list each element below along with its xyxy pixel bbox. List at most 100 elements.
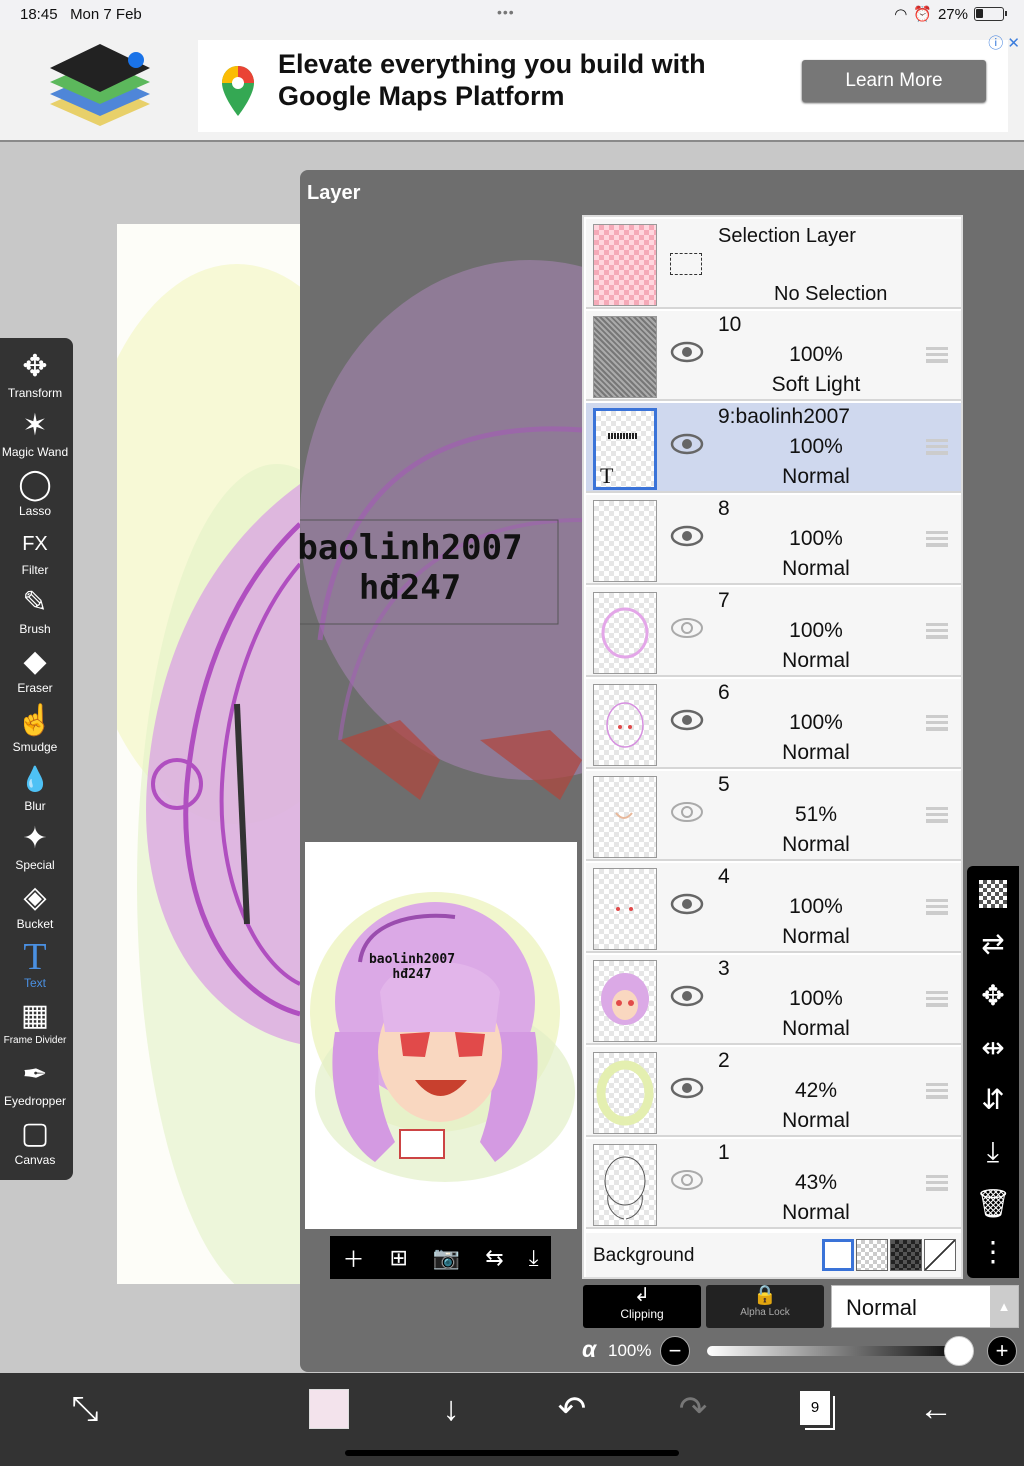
tool-special[interactable]: ✦ Special — [0, 820, 70, 878]
background-checker-swatch[interactable] — [856, 1239, 888, 1271]
layer-row[interactable]: 3 100% Normal — [586, 955, 961, 1045]
ad-close-icon[interactable]: ⓘ ✕ — [988, 32, 1020, 53]
visibility-eye-icon[interactable] — [670, 617, 704, 639]
drag-handle-icon[interactable] — [926, 531, 948, 547]
transfer-layer-icon[interactable]: ⇄ — [967, 920, 1019, 968]
quick-actions-icon[interactable]: ⤡ — [55, 1389, 115, 1429]
tool-frame-divider[interactable]: ▦ Frame Divider — [0, 997, 70, 1055]
merge-down-icon[interactable]: ⤓ — [967, 1128, 1019, 1176]
camera-icon[interactable]: 📷 — [433, 1245, 460, 1271]
layer-thumbnail — [593, 1052, 657, 1134]
clipping-button[interactable]: ↲ Clipping — [583, 1285, 701, 1328]
more-options-icon[interactable]: ⋮ — [967, 1228, 1019, 1276]
blur-icon: 💧 — [20, 766, 50, 793]
background-dark-checker-swatch[interactable] — [890, 1239, 922, 1271]
background-none-swatch[interactable] — [924, 1239, 956, 1271]
google-maps-pin-icon — [222, 66, 254, 116]
layer-row[interactable]: 7 100% Normal — [586, 587, 961, 677]
visibility-eye-icon[interactable] — [670, 1169, 704, 1191]
add-folder-icon[interactable]: ⊞ — [389, 1245, 407, 1271]
tool-canvas[interactable]: ▢ Canvas — [0, 1115, 70, 1173]
visibility-eye-icon[interactable] — [670, 985, 704, 1007]
back-arrow-icon[interactable]: ← — [906, 1389, 966, 1429]
visibility-eye-icon[interactable] — [670, 1077, 704, 1099]
multitask-dots-icon[interactable]: ••• — [497, 4, 515, 20]
tool-eyedropper[interactable]: ✒ Eyedropper — [0, 1056, 70, 1114]
layer-row[interactable]: 6 100% Normal — [586, 679, 961, 769]
layer-row[interactable]: 5 51% Normal — [586, 771, 961, 861]
drag-handle-icon[interactable] — [926, 991, 948, 1007]
current-color-swatch[interactable] — [309, 1389, 349, 1429]
tool-bar: ✥ Transform ✶ Magic Wand ◯ Lasso FX Filter ✎… — [0, 338, 73, 1180]
layer-row[interactable]: 8 100% Normal — [586, 495, 961, 585]
opacity-slider-knob[interactable] — [944, 1336, 974, 1366]
layer-row[interactable]: 10 100% Soft Light — [586, 311, 961, 401]
drag-handle-icon[interactable] — [926, 899, 948, 915]
ad-banner[interactable]: Elevate everything you build with Google… — [0, 30, 1024, 142]
opacity-increase-button[interactable]: + — [987, 1336, 1017, 1366]
alpha-lock-button[interactable]: 🔒 Alpha Lock — [706, 1285, 824, 1328]
status-right: ◠ ⏰ 27% — [894, 5, 1007, 23]
drag-handle-icon[interactable] — [926, 623, 948, 639]
tool-smudge[interactable]: ☝ Smudge — [0, 702, 70, 760]
layer-row[interactable]: 4 100% Normal — [586, 863, 961, 953]
visibility-eye-icon[interactable] — [670, 433, 704, 455]
drag-handle-icon[interactable] — [926, 347, 948, 363]
layer-blend-mode: Normal — [782, 557, 850, 580]
drag-handle-icon[interactable] — [926, 715, 948, 731]
visibility-eye-icon[interactable] — [670, 341, 704, 363]
add-layer-icon[interactable]: ＋ — [342, 1242, 364, 1274]
learn-more-button[interactable]: Learn More — [802, 60, 986, 102]
visibility-eye-icon[interactable] — [670, 801, 704, 823]
tool-filter[interactable]: FX Filter — [0, 525, 70, 583]
undo-icon[interactable]: ↶ — [542, 1389, 602, 1429]
tool-brush[interactable]: ✎ Brush — [0, 584, 70, 642]
drag-handle-icon[interactable] — [926, 439, 948, 455]
trash-icon[interactable]: 🗑 — [967, 1180, 1019, 1228]
opacity-slider[interactable] — [707, 1346, 969, 1356]
thumbnail-sketch — [601, 607, 649, 659]
maps-graphic-icon — [50, 44, 150, 126]
chevron-up-icon[interactable]: ▲ — [990, 1286, 1018, 1327]
flip-icon[interactable]: ⇆ — [485, 1245, 503, 1271]
arrow-down-icon[interactable]: ↓ — [421, 1389, 481, 1429]
ad-content[interactable]: Elevate everything you build with Google… — [198, 40, 1008, 132]
move-icon[interactable]: ✥ — [967, 972, 1019, 1020]
visibility-eye-icon[interactable] — [670, 525, 704, 547]
magic-wand-icon: ✶ — [22, 409, 48, 442]
preview-artwork-image — [310, 892, 575, 1182]
tool-text[interactable]: T Text — [0, 938, 70, 996]
tool-eraser[interactable]: ◆ Eraser — [0, 643, 70, 701]
tool-magic-wand[interactable]: ✶ Magic Wand — [0, 407, 70, 465]
drag-handle-icon[interactable] — [926, 1083, 948, 1099]
flip-vertical-icon[interactable]: ⇵ — [967, 1076, 1019, 1124]
layer-name: 2 — [718, 1049, 730, 1072]
special-icon: ✦ — [22, 822, 48, 855]
visibility-eye-icon[interactable] — [670, 709, 704, 731]
canvas-text-overlay: baolinh2007 hđ247 — [297, 528, 523, 608]
transparency-checker-icon[interactable] — [967, 868, 1019, 916]
drag-handle-icon[interactable] — [926, 1175, 948, 1191]
drawing-canvas[interactable] — [117, 224, 300, 1284]
layers-button[interactable]: 9 — [800, 1391, 830, 1425]
flip-horizontal-icon[interactable]: ⇹ — [967, 1024, 1019, 1072]
tool-blur[interactable]: 💧 Blur — [0, 761, 70, 819]
layer-row[interactable]: 2 42% Normal — [586, 1047, 961, 1137]
layer-row[interactable]: 1 43% Normal — [586, 1139, 961, 1229]
blend-mode-select[interactable]: Normal ▲ — [831, 1285, 1019, 1328]
redo-icon[interactable]: ↷ — [663, 1389, 723, 1429]
layer-name: 6 — [718, 681, 730, 704]
opacity-decrease-button[interactable]: − — [660, 1336, 690, 1366]
tool-lasso[interactable]: ◯ Lasso — [0, 466, 70, 524]
drag-handle-icon[interactable] — [926, 807, 948, 823]
visibility-eye-icon[interactable] — [670, 893, 704, 915]
smudge-icon: ☝ — [16, 704, 54, 737]
tool-bucket[interactable]: ◈ Bucket — [0, 879, 70, 937]
layer-name: 9:baolinh2007 — [718, 405, 850, 428]
merge-down-icon[interactable]: ⤓ — [529, 1245, 539, 1271]
background-white-swatch[interactable] — [822, 1239, 854, 1271]
tool-transform[interactable]: ✥ Transform — [0, 348, 70, 406]
selection-layer-row[interactable]: Selection Layer No Selection — [586, 219, 961, 309]
layer-row-selected[interactable]: T 9:baolinh2007 100% Normal — [586, 403, 961, 493]
canvas-preview[interactable]: baolinh2007 hđ247 — [305, 842, 577, 1229]
